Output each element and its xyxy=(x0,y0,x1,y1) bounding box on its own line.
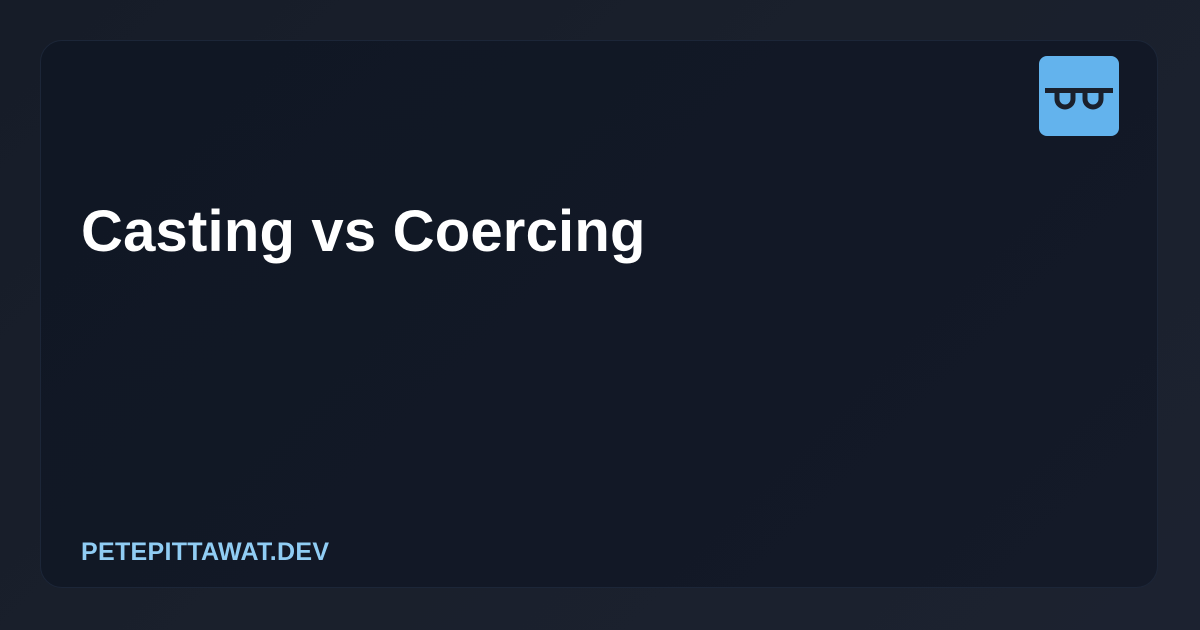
page-title: Casting vs Coercing xyxy=(81,199,646,264)
site-domain: PETEPITTAWAT.DEV xyxy=(81,538,330,566)
og-card: Casting vs Coercing PETEPITTAWAT.DEV xyxy=(40,40,1158,588)
glasses-logo-icon xyxy=(1045,88,1113,110)
site-logo xyxy=(1039,56,1119,136)
